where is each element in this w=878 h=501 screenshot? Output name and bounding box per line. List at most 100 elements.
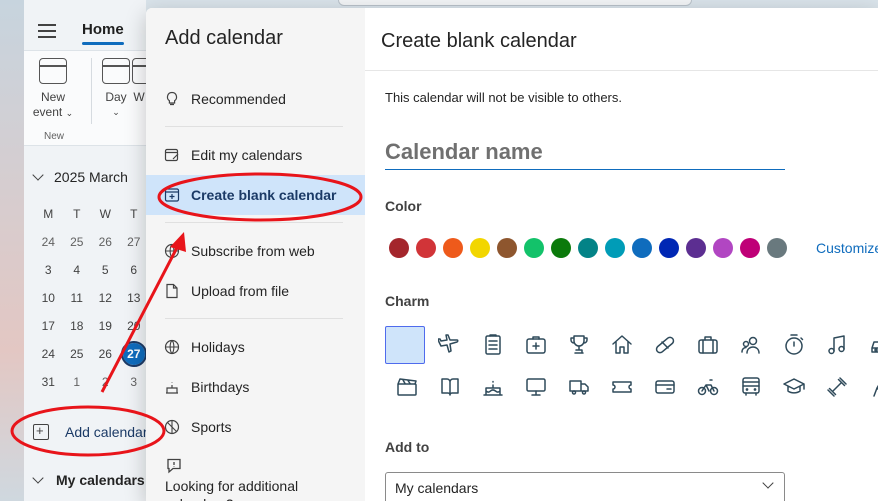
color-swatch[interactable]	[605, 238, 625, 258]
monitor-icon	[525, 378, 546, 396]
nav-footer[interactable]: Looking for additional calendars?	[165, 457, 345, 501]
day-cell[interactable]: 25	[63, 235, 92, 249]
clapperboard-charm[interactable]	[385, 366, 428, 408]
day-cell[interactable]: 24	[34, 235, 63, 249]
nav-item-birthdays[interactable]: Birthdays	[146, 367, 365, 407]
nav-item-subscribe-from-web[interactable]: Subscribe from web	[146, 231, 365, 271]
day-cell[interactable]: 1	[63, 375, 92, 389]
credit-card-charm[interactable]	[643, 366, 686, 408]
day-cell[interactable]: 5	[91, 263, 120, 277]
day-cell[interactable]: 3	[34, 263, 63, 277]
color-swatch[interactable]	[767, 238, 787, 258]
color-swatch[interactable]	[740, 238, 760, 258]
day-cell[interactable]: 4	[63, 263, 92, 277]
day-cell[interactable]: 13	[120, 291, 149, 305]
music-charm[interactable]	[815, 324, 858, 366]
cyclist-charm[interactable]	[686, 366, 729, 408]
bus-icon	[741, 377, 760, 396]
day-cell[interactable]: 6	[120, 263, 149, 277]
trophy-charm[interactable]	[557, 324, 600, 366]
ticket-charm[interactable]	[600, 366, 643, 408]
color-swatch[interactable]	[632, 238, 652, 258]
nav-item-recommended[interactable]: Recommended	[146, 79, 365, 119]
color-swatch[interactable]	[551, 238, 571, 258]
day-cell[interactable]: 17	[34, 319, 63, 333]
color-swatch[interactable]	[389, 238, 409, 258]
graduation-cap-charm[interactable]	[772, 366, 815, 408]
add-calendar-button[interactable]: Add calendar	[24, 414, 148, 450]
color-swatch[interactable]	[686, 238, 706, 258]
car-charm[interactable]	[858, 324, 878, 366]
my-calendars-group[interactable]: My calendars	[32, 472, 145, 488]
hiker-charm[interactable]	[858, 366, 878, 408]
day-cell[interactable]: 31	[34, 375, 63, 389]
briefcase-charm[interactable]	[686, 324, 729, 366]
panel-title: Create blank calendar	[381, 30, 577, 52]
nav-item-create-blank-calendar[interactable]: Create blank calendar	[146, 175, 365, 215]
day-cell[interactable]: 26	[91, 347, 120, 361]
day-cell[interactable]: 19	[91, 319, 120, 333]
clipboard-icon	[484, 334, 501, 355]
truck-charm[interactable]	[557, 366, 600, 408]
book-charm[interactable]	[428, 366, 471, 408]
day-cell[interactable]: 24	[34, 347, 63, 361]
add-to-dropdown[interactable]: My calendars	[385, 472, 785, 501]
add-to-value: My calendars	[395, 480, 479, 496]
color-swatch[interactable]	[497, 238, 517, 258]
nav-item-sports[interactable]: Sports	[146, 407, 365, 447]
day-cell[interactable]: 10	[34, 291, 63, 305]
nav-item-label: Edit my calendars	[191, 147, 303, 163]
week-row: 17 18 19 20	[34, 312, 146, 340]
day-cell[interactable]: 3	[120, 375, 149, 389]
nav-item-holidays[interactable]: Holidays	[146, 327, 365, 367]
airplane-charm[interactable]	[428, 324, 471, 366]
color-swatch[interactable]	[524, 238, 544, 258]
weekday-header: M	[43, 207, 54, 221]
add-calendar-dialog: Add calendar Recommended Edit my calenda…	[146, 8, 878, 501]
pill-charm[interactable]	[643, 324, 686, 366]
people-charm[interactable]	[729, 324, 772, 366]
medical-bag-icon	[525, 336, 546, 354]
day-cell[interactable]: 12	[91, 291, 120, 305]
mini-calendar-header[interactable]: 2025 March	[32, 169, 128, 185]
day-cell[interactable]: 11	[63, 291, 92, 305]
color-swatch[interactable]	[578, 238, 598, 258]
nav-item-upload-from-file[interactable]: Upload from file	[146, 271, 365, 311]
color-swatch[interactable]	[443, 238, 463, 258]
day-cell[interactable]: 26	[91, 235, 120, 249]
day-cell[interactable]: 20	[120, 319, 149, 333]
monitor-charm[interactable]	[514, 366, 557, 408]
home-charm[interactable]	[600, 324, 643, 366]
clipboard-charm[interactable]	[471, 324, 514, 366]
day-cell[interactable]: 25	[63, 347, 92, 361]
chevron-down-icon[interactable]	[32, 472, 44, 484]
day-cell-today[interactable]: 27	[120, 341, 149, 367]
nav-item-edit-my-calendars[interactable]: Edit my calendars	[146, 135, 365, 175]
cake-charm[interactable]	[471, 366, 514, 408]
day-cell[interactable]: 27	[120, 235, 149, 249]
color-swatch[interactable]	[470, 238, 490, 258]
sports-ball-icon	[164, 419, 180, 435]
book-icon	[440, 378, 459, 396]
charm-blank-selected[interactable]	[385, 326, 425, 364]
work-week-button[interactable]: W	[132, 58, 146, 105]
day-cell[interactable]: 2	[91, 375, 120, 389]
color-swatch[interactable]	[713, 238, 733, 258]
timer-charm[interactable]	[772, 324, 815, 366]
nav-item-label: Create blank calendar	[191, 187, 337, 203]
new-event-button[interactable]: New event ⌄	[30, 58, 76, 121]
color-swatch[interactable]	[416, 238, 436, 258]
chevron-down-icon[interactable]	[32, 169, 44, 181]
medical-bag-charm[interactable]	[514, 324, 557, 366]
bus-charm[interactable]	[729, 366, 772, 408]
day-cell[interactable]: 18	[63, 319, 92, 333]
hamburger-menu-icon[interactable]	[38, 24, 56, 38]
color-swatch[interactable]	[659, 238, 679, 258]
tab-home[interactable]: Home	[82, 21, 124, 38]
calendar-name-input[interactable]	[385, 134, 785, 170]
search-box[interactable]	[338, 0, 692, 6]
home-icon	[611, 335, 632, 354]
day-view-icon	[102, 58, 130, 84]
dumbbell-charm[interactable]	[815, 366, 858, 408]
customize-color-link[interactable]: Customize	[816, 240, 878, 256]
